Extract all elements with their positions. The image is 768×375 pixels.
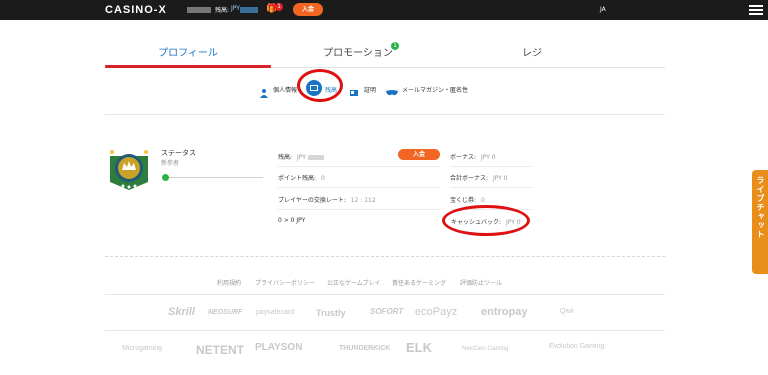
balance-currency: JPY [231, 5, 240, 12]
highlight-circle-balance [297, 69, 343, 102]
balance-label: 残高: [215, 7, 230, 14]
row-divider [450, 166, 532, 167]
top-bar: CASINO-X 残高: JPY 🎁 1 入金 JA [0, 0, 768, 20]
language-selector[interactable]: JA [600, 6, 606, 13]
exchange-rate-label: プレイヤーの交換レート: [278, 197, 346, 204]
total-bonus-label: 合計ボーナス: [450, 175, 489, 182]
footer-link-terms[interactable]: 利用規約 [217, 278, 241, 287]
conversion-value: 0 > 0 JPY [278, 217, 306, 224]
lottery-value: 0 [480, 197, 485, 204]
tab-cashier[interactable]: レジ [447, 44, 617, 59]
skrill-logo: Skrill [168, 306, 195, 318]
status-label: ステータス [161, 149, 196, 157]
elk-studios-logo: ELK [406, 340, 432, 355]
exchange-rate-row: プレイヤーの交換レート: 12 : 112 [278, 195, 376, 204]
footer-link-responsible-gaming[interactable]: 責任あるゲーミング [392, 278, 446, 287]
playson-logo: PLAYSON [255, 342, 303, 353]
row-divider [278, 166, 440, 167]
total-bonus-row: 合計ボーナス: JPY 0 [450, 173, 508, 182]
row-divider [450, 187, 532, 188]
ecopayz-logo: ecoPayz [415, 306, 458, 318]
subnav-personal-info[interactable]: 個人情報 [273, 85, 297, 94]
deposit-button[interactable]: 入金 [398, 149, 440, 160]
entropay-logo: entropay [481, 306, 528, 318]
lottery-row: 宝くじ券: 0 [450, 195, 485, 204]
points-row: ポイント残高: 0 [278, 173, 325, 182]
status-level: 新参者 [161, 160, 180, 167]
balance-value-blurred [307, 155, 324, 160]
qiwi-logo: Qiwi [560, 308, 574, 315]
footer-divider [105, 330, 665, 331]
balance-blurred [240, 7, 258, 13]
username-blurred [187, 7, 211, 13]
footer-divider [105, 256, 665, 257]
tab-promotions[interactable]: プロモーション [273, 44, 443, 59]
evolution-gaming-logo: Evolution Gaming [549, 343, 605, 350]
status-progress-track [165, 177, 263, 178]
nextgen-gaming-logo: NextGen Gaming [462, 346, 509, 352]
total-bonus-value: JPY 0 [492, 175, 508, 182]
subnav-verification[interactable]: 証明 [364, 85, 376, 94]
row-divider [278, 209, 440, 210]
paysafecard-logo: paysafecard [256, 309, 295, 316]
subnav-newsletter[interactable]: メールマガジン・匿名性 [402, 85, 468, 94]
thunderkick-logo: THUNDERKICK [339, 345, 391, 352]
bonus-value: JPY 0 [480, 154, 496, 161]
trustly-logo: Trustly [316, 308, 346, 318]
row-divider [278, 187, 440, 188]
exchange-rate-value: 12 : 112 [350, 197, 376, 204]
footer-link-tools[interactable]: 評価防止ツール [460, 278, 502, 287]
live-chat-label: ライブチャット [756, 176, 765, 239]
gift-count-badge: 1 [275, 3, 283, 11]
neosurf-logo: NEOSURF [208, 309, 243, 316]
status-progress-dot [162, 174, 169, 181]
tab-profile[interactable]: プロフィール [103, 44, 273, 59]
bonus-label: ボーナス: [450, 154, 477, 161]
header-deposit-button[interactable]: 入金 [293, 3, 323, 16]
balance-row-label: 残高: [278, 154, 293, 161]
id-card-icon [349, 83, 359, 96]
balance-row-value: JPY [296, 154, 306, 161]
lottery-label: 宝くじ券: [450, 197, 477, 204]
section-divider [105, 114, 665, 115]
points-label: ポイント残高: [278, 175, 317, 182]
live-chat-tab[interactable]: ライブチャット [752, 170, 768, 274]
microgaming-logo: Microgaming [122, 345, 163, 352]
promotions-count-badge: 1 [391, 42, 399, 50]
status-badge-icon [106, 146, 152, 192]
hamburger-menu-icon[interactable] [749, 5, 763, 15]
points-value: 0 [320, 175, 325, 182]
footer-link-privacy[interactable]: プライバシーポリシー [255, 278, 315, 287]
balance-row: 残高: JPY [278, 152, 324, 161]
active-tab-indicator [105, 65, 271, 68]
highlight-circle-cashback [442, 205, 530, 236]
casino-logo[interactable]: CASINO-X [105, 4, 167, 16]
footer-divider [105, 294, 665, 295]
mask-icon [386, 83, 398, 96]
footer-link-fair-play[interactable]: 公正なゲームプレイ [327, 278, 380, 287]
bonus-row: ボーナス: JPY 0 [450, 152, 496, 161]
person-icon [259, 83, 269, 98]
netent-logo: NETENT [196, 343, 244, 357]
sofort-logo: SOFORT [370, 307, 404, 316]
